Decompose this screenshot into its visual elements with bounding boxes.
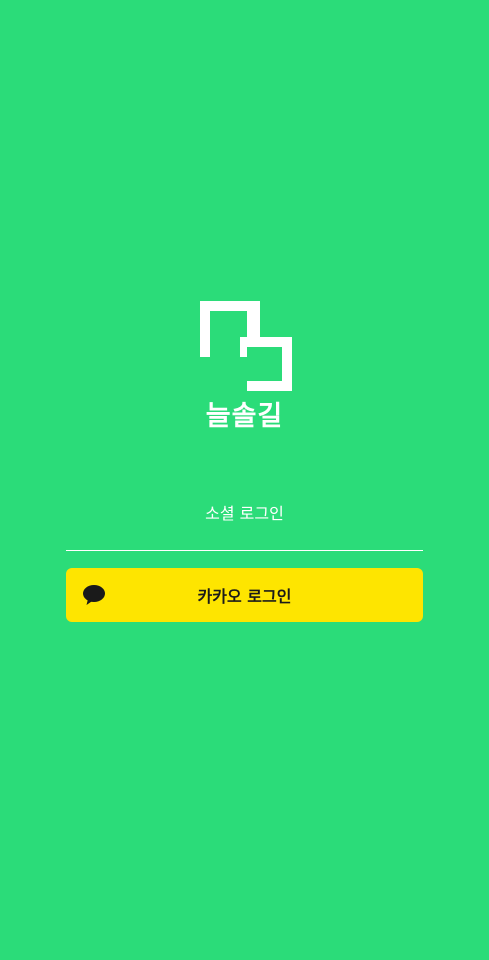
app-name: 늘솔길 (205, 401, 284, 432)
login-screen: 늘솔길 소셜 로그인 카카오 로그인 (0, 0, 489, 960)
divider (66, 550, 423, 551)
kakao-login-button[interactable]: 카카오 로그인 (66, 568, 423, 622)
speech-bubble-icon (83, 585, 105, 605)
kakao-login-label: 카카오 로그인 (197, 587, 292, 606)
social-login-label: 소셜 로그인 (205, 504, 284, 523)
app-logo-icon (200, 301, 292, 391)
